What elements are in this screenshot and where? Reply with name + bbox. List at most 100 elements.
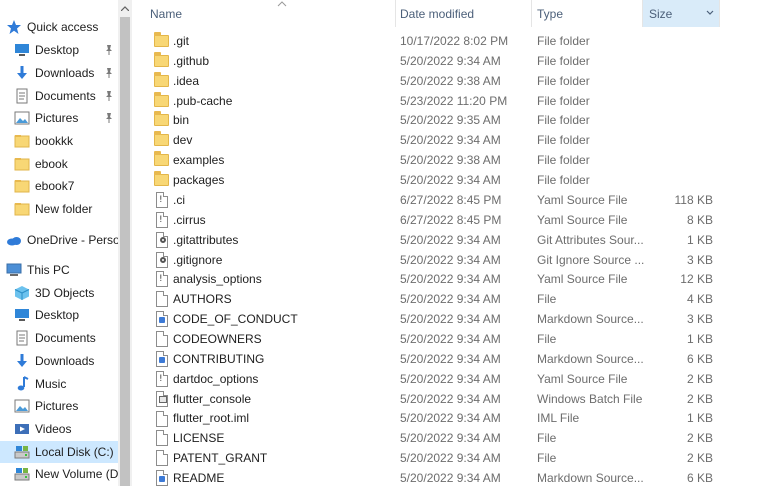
file-row[interactable]: LICENSE 5/20/2022 9:34 AM File 2 KB [132,428,768,448]
nav-item-quick-access[interactable]: Quick access [0,16,118,38]
file-size: 8 KB [686,212,713,227]
settings-file-icon [154,231,170,248]
file-type: File folder [537,113,590,128]
file-row[interactable]: bin 5/20/2022 9:35 AM File folder [132,110,768,130]
file-size [647,170,713,190]
file-size: 12 KB [680,272,713,287]
nav-item-downloads[interactable]: Downloads [0,62,118,84]
file-name: .cirrus [173,212,206,227]
column-header-date-label: Date modified [400,6,475,21]
nav-item-desktop[interactable]: Desktop [0,39,118,61]
file-row[interactable]: .pub-cache 5/23/2022 11:20 PM File folder [132,91,768,111]
pictures-icon [14,399,30,413]
file-name: .gitattributes [173,232,239,247]
nav-item-local-disk-c[interactable]: Local Disk (C:) [0,440,118,463]
file-icon [154,450,170,467]
file-type: File [537,451,557,466]
file-type: Yaml Source File [537,272,628,287]
column-header-name[interactable]: Name [144,0,396,27]
scroll-up-arrow-icon[interactable] [118,0,132,17]
file-row[interactable]: packages 5/20/2022 9:34 AM File folder [132,170,768,190]
file-row[interactable]: .git 10/17/2022 8:02 PM File folder [132,31,768,51]
file-row[interactable]: ! .ci 6/27/2022 8:45 PM Yaml Source File 118… [132,190,768,210]
markdown-file-icon [154,350,170,367]
nav-scrollbar[interactable] [118,0,132,486]
column-header-type[interactable]: Type [531,0,643,27]
file-row[interactable]: README 5/20/2022 9:34 AM Markdown Source..… [132,468,768,486]
file-date-modified: 5/20/2022 9:34 AM [400,431,501,446]
pin-icon [106,67,112,78]
nav-item-label: Music [35,376,67,391]
nav-item-this-pc[interactable]: This PC [0,259,118,281]
nav-item-new-volume-d[interactable]: New Volume (D:) [0,463,118,485]
file-size: 6 KB [686,351,713,366]
file-row[interactable]: PATENT_GRANT 5/20/2022 9:34 AM File 2 KB [132,448,768,468]
file-row[interactable]: flutter_root.iml 5/20/2022 9:34 AM IML Fil… [132,409,768,429]
file-row[interactable]: ! dartdoc_options 5/20/2022 9:34 AM Yaml So… [132,369,768,389]
download-arrow-icon [17,65,27,79]
nav-item-documents[interactable]: Documents [0,85,118,107]
nav-item-label: Videos [35,421,72,436]
file-icon [154,331,170,348]
column-header-type-label: Type [537,6,564,21]
file-row[interactable]: dev 5/20/2022 9:34 AM File folder [132,130,768,150]
column-header-row: Name Date modified Type Size [132,0,768,27]
nav-item-ebook7[interactable]: ebook7 [0,175,118,197]
file-type: Markdown Source... [537,351,644,366]
file-type: File folder [537,93,590,108]
nav-item-downloads[interactable]: Downloads [0,350,118,372]
file-row[interactable]: .github 5/20/2022 9:34 AM File folder [132,51,768,71]
folder-icon [14,134,30,147]
file-type: File [537,331,557,346]
music-note-icon [17,375,29,390]
file-row[interactable]: ! analysis_options 5/20/2022 9:34 AM Yaml S… [132,269,768,289]
file-name: examples [173,153,225,168]
nav-item-onedrive-personal[interactable]: OneDrive - Personal [0,229,118,251]
file-row[interactable]: flutter_console 5/20/2022 9:34 AM Windows … [132,389,768,409]
nav-item-desktop[interactable]: Desktop [0,304,118,326]
file-date-modified: 5/20/2022 9:34 AM [400,351,501,366]
file-type: File folder [537,173,590,188]
videos-icon [15,423,29,434]
chevron-down-icon[interactable] [705,9,715,17]
file-name: flutter_console [173,391,252,406]
nav-item-music[interactable]: Music [0,373,118,395]
file-type: Markdown Source... [537,471,644,486]
nav-item-bookkk[interactable]: bookkk [0,130,118,152]
nav-item-3d-objects[interactable]: 3D Objects [0,282,118,304]
nav-item-new-folder[interactable]: New folder [0,198,118,220]
column-header-name-label: Name [150,6,183,21]
drive-icon [14,445,30,458]
settings-file-icon [154,251,170,268]
nav-item-documents[interactable]: Documents [0,327,118,349]
nav-item-pictures[interactable]: Pictures [0,395,118,417]
file-row[interactable]: examples 5/20/2022 9:38 AM File folder [132,150,768,170]
file-date-modified: 6/27/2022 8:45 PM [400,192,502,207]
file-row[interactable]: CODE_OF_CONDUCT 5/20/2022 9:34 AM Markdown… [132,309,768,329]
column-header-date[interactable]: Date modified [394,0,532,27]
nav-item-ebook[interactable]: ebook [0,153,118,175]
file-size [647,71,713,91]
nav-item-pictures[interactable]: Pictures [0,107,118,129]
folder-icon [14,180,30,193]
file-date-modified: 5/20/2022 9:38 AM [400,73,501,88]
file-type: File folder [537,133,590,148]
yaml-file-icon: ! [154,370,170,387]
computer-icon [6,263,22,276]
nav-item-videos[interactable]: Videos [0,418,118,440]
file-row[interactable]: .gitignore 5/20/2022 9:34 AM Git Ignore So… [132,250,768,270]
column-header-size-label: Size [649,6,673,21]
cube-icon [14,285,30,300]
nav-item-label: Downloads [35,65,95,80]
file-row[interactable]: ! .cirrus 6/27/2022 8:45 PM Yaml Source Fil… [132,210,768,230]
file-row[interactable]: AUTHORS 5/20/2022 9:34 AM File 4 KB [132,289,768,309]
file-row[interactable]: .idea 5/20/2022 9:38 AM File folder [132,71,768,91]
file-row[interactable]: .gitattributes 5/20/2022 9:34 AM Git Attri… [132,230,768,250]
nav-scrollbar-thumb[interactable] [120,17,130,486]
file-size: 2 KB [686,391,713,406]
column-header-size[interactable]: Size [643,0,720,27]
nav-item-label: Quick access [27,20,99,34]
file-row[interactable]: CODEOWNERS 5/20/2022 9:34 AM File 1 KB [132,329,768,349]
nav-item-label: Pictures [35,399,79,413]
file-row[interactable]: CONTRIBUTING 5/20/2022 9:34 AM Markdown So… [132,349,768,369]
